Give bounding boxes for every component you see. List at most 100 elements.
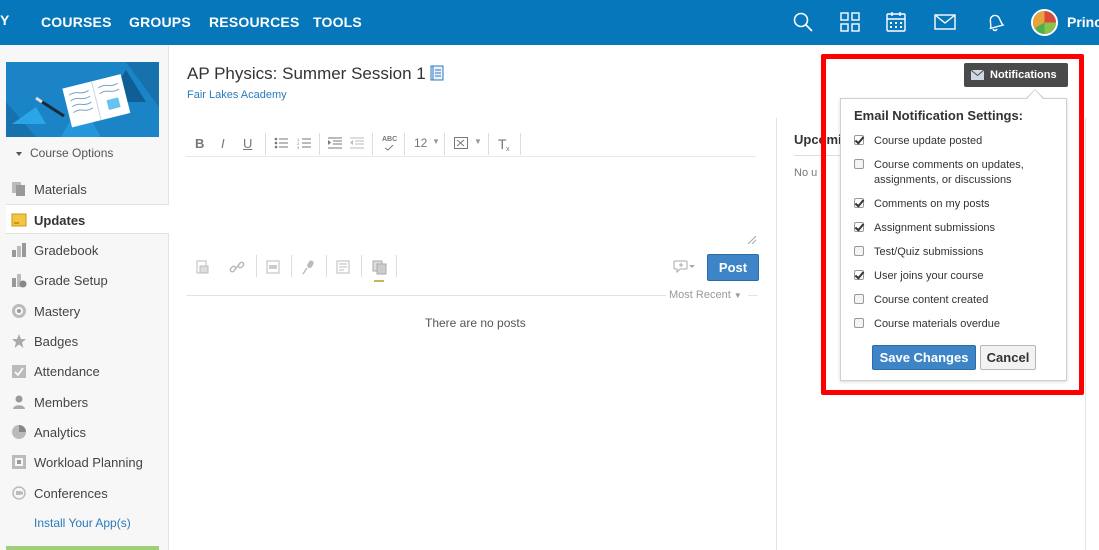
- font-size-select[interactable]: 12: [414, 136, 427, 150]
- page-title: AP Physics: Summer Session 1: [187, 64, 444, 84]
- spellcheck-button[interactable]: ABC: [382, 136, 397, 143]
- sidebar-item-conferences[interactable]: Conferences: [0, 478, 168, 508]
- microphone-icon[interactable]: [300, 259, 316, 275]
- nav-groups[interactable]: GROUPS: [129, 14, 191, 30]
- sort-select[interactable]: Most Recent ▼: [669, 289, 742, 301]
- bullet-list-icon[interactable]: [274, 137, 288, 149]
- course-options-toggle[interactable]: Course Options: [16, 146, 113, 160]
- course-info-icon[interactable]: [430, 65, 444, 81]
- workload-icon: [12, 455, 26, 469]
- toolbar-separator: [319, 133, 320, 155]
- toolbar-separator: [326, 255, 327, 277]
- embed-icon[interactable]: [335, 259, 351, 275]
- toolbar-separator: [256, 255, 257, 277]
- comment-settings-icon[interactable]: [673, 258, 697, 274]
- toolbar-separator: [520, 133, 521, 155]
- update-editor[interactable]: B I U 123 ABC 12 ▼ ▼ T x: [186, 128, 758, 285]
- checkbox[interactable]: [854, 159, 864, 169]
- sidebar-item-badges[interactable]: Badges: [0, 326, 168, 356]
- avatar[interactable]: [1031, 9, 1058, 36]
- install-apps-link[interactable]: Install Your App(s): [34, 516, 131, 530]
- clear-formatting-x-icon: x: [506, 146, 510, 153]
- envelope-icon: [971, 70, 984, 80]
- indent-icon[interactable]: [328, 137, 342, 149]
- nav-resources[interactable]: RESOURCES: [209, 14, 299, 30]
- toolbar-separator: [404, 133, 405, 155]
- updates-icon: [11, 213, 27, 227]
- italic-button[interactable]: I: [221, 136, 225, 151]
- top-navigation-bar: Y COURSES GROUPS RESOURCES TOOLS Princ: [0, 0, 1099, 45]
- attendance-icon: [12, 365, 26, 378]
- sidebar-item-members[interactable]: Members: [0, 387, 168, 417]
- checkbox[interactable]: [854, 270, 864, 280]
- sidebar-item-grade-setup[interactable]: Grade Setup: [0, 265, 168, 295]
- bold-button[interactable]: B: [195, 136, 204, 151]
- numbered-list-icon[interactable]: 123: [297, 137, 311, 149]
- cancel-button[interactable]: Cancel: [980, 345, 1036, 370]
- caret-down-icon: [16, 151, 22, 156]
- nav-tools[interactable]: TOOLS: [313, 14, 362, 30]
- sidebar-item-workload-planning[interactable]: Workload Planning: [0, 447, 168, 477]
- checkbox[interactable]: [854, 222, 864, 232]
- badges-icon: [12, 334, 26, 348]
- checkbox[interactable]: [854, 198, 864, 208]
- toolbar-separator: [488, 133, 489, 155]
- calendar-icon[interactable]: [884, 10, 908, 34]
- school-link[interactable]: Fair Lakes Academy: [187, 89, 287, 101]
- gradebook-icon: [12, 243, 26, 257]
- grade-setup-icon: [12, 274, 27, 288]
- feed-divider: [748, 295, 758, 296]
- analytics-icon: [12, 425, 26, 439]
- sidebar-item-attendance[interactable]: Attendance: [0, 356, 168, 386]
- attach-link-icon[interactable]: [229, 259, 245, 275]
- sidebar-item-gradebook[interactable]: Gradebook: [0, 235, 168, 265]
- search-icon[interactable]: [791, 10, 815, 34]
- svg-text:3: 3: [297, 145, 300, 149]
- insert-table-icon[interactable]: [454, 137, 468, 149]
- outdent-icon[interactable]: [350, 137, 364, 149]
- materials-icon: [12, 182, 25, 196]
- left-sidebar: Course Options Materials Updates Gradebo…: [0, 45, 169, 550]
- attach-resource-icon[interactable]: [265, 259, 281, 275]
- conferences-icon: [12, 486, 26, 500]
- toolbar-separator: [396, 255, 397, 277]
- bell-icon[interactable]: [983, 10, 1007, 34]
- checkbox[interactable]: [854, 294, 864, 304]
- user-name[interactable]: Princ: [1067, 14, 1099, 30]
- library-underline: [374, 280, 384, 282]
- resize-handle-icon[interactable]: [746, 234, 756, 244]
- sidebar-item-mastery[interactable]: Mastery: [0, 296, 168, 326]
- apps-grid-icon[interactable]: [838, 10, 862, 34]
- upcoming-divider: [794, 155, 844, 156]
- underline-button[interactable]: U: [243, 136, 252, 151]
- members-icon: [13, 395, 25, 409]
- popup-arrow: [1027, 90, 1043, 99]
- checkbox[interactable]: [854, 246, 864, 256]
- mastery-icon: [12, 304, 26, 318]
- notifications-button[interactable]: Notifications: [964, 63, 1068, 87]
- sidebar-item-updates[interactable]: Updates: [6, 204, 169, 234]
- spellcheck-check-icon: [384, 145, 394, 151]
- toolbar-separator: [372, 133, 373, 155]
- sidebar-item-analytics[interactable]: Analytics: [0, 417, 168, 447]
- checkbox[interactable]: [854, 135, 864, 145]
- no-upcoming-text: No u: [794, 167, 818, 179]
- logo-fragment[interactable]: Y: [0, 12, 9, 28]
- insert-caret-icon: ▼: [474, 137, 482, 146]
- library-icon[interactable]: [372, 259, 388, 275]
- mail-icon[interactable]: [933, 10, 957, 34]
- toolbar-divider: [186, 156, 756, 157]
- attach-file-icon[interactable]: [194, 259, 210, 275]
- nav-courses[interactable]: COURSES: [41, 14, 112, 30]
- post-button[interactable]: Post: [707, 254, 759, 281]
- feed-divider: [186, 295, 666, 296]
- popup-title: Email Notification Settings:: [854, 108, 1024, 123]
- checkbox[interactable]: [854, 318, 864, 328]
- save-changes-button[interactable]: Save Changes: [872, 345, 976, 370]
- toolbar-separator: [361, 255, 362, 277]
- sidebar-item-materials[interactable]: Materials: [0, 174, 168, 204]
- toolbar-separator: [444, 133, 445, 155]
- sort-caret-icon: ▼: [733, 291, 742, 300]
- toolbar-separator: [291, 255, 292, 277]
- empty-feed-message: There are no posts: [425, 316, 526, 330]
